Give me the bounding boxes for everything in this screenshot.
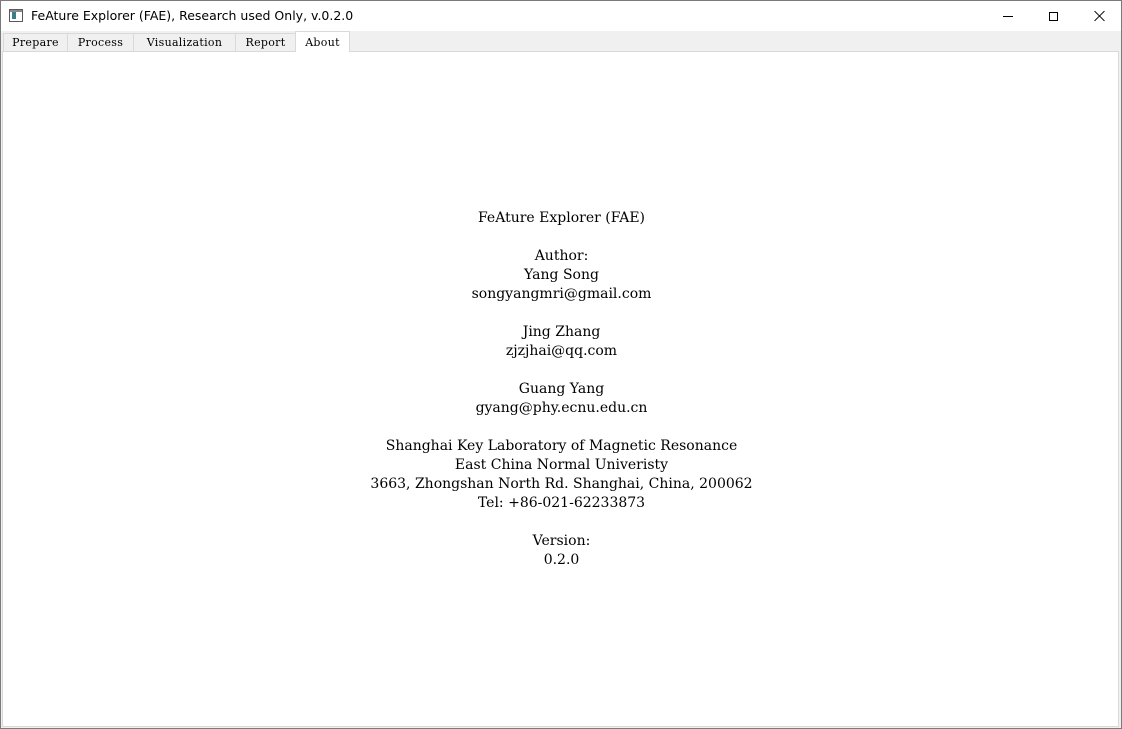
maximize-icon xyxy=(1048,11,1058,21)
university-name: East China Normal Univeristy xyxy=(454,457,669,473)
author-name: Guang Yang xyxy=(518,381,605,397)
app-window-icon xyxy=(9,9,23,22)
tab-bar: Prepare Process Visualization Report Abo… xyxy=(1,31,1121,52)
window-title: FeAture Explorer (FAE), Research used On… xyxy=(31,8,354,23)
telephone: Tel: +86-021-62233873 xyxy=(477,495,646,511)
about-panel: FeAture Explorer (FAE) Author: Yang Song… xyxy=(2,51,1119,727)
author-email: gyang@phy.ecnu.edu.cn xyxy=(475,400,648,416)
lab-name: Shanghai Key Laboratory of Magnetic Reso… xyxy=(385,438,738,454)
address: 3663, Zhongshan North Rd. Shanghai, Chin… xyxy=(370,476,753,492)
tab-visualization[interactable]: Visualization xyxy=(133,33,236,51)
author-email: songyangmri@gmail.com xyxy=(471,286,652,302)
tab-prepare[interactable]: Prepare xyxy=(3,33,68,51)
tab-process[interactable]: Process xyxy=(67,33,134,51)
close-button[interactable] xyxy=(1076,1,1122,31)
close-icon xyxy=(1093,10,1105,22)
title-bar[interactable]: FeAture Explorer (FAE), Research used On… xyxy=(1,1,1121,31)
version-number: 0.2.0 xyxy=(543,552,580,568)
author-email: zjzjhai@qq.com xyxy=(505,343,618,359)
maximize-button[interactable] xyxy=(1030,1,1076,31)
tab-about[interactable]: About xyxy=(295,31,350,52)
author-name: Jing Zhang xyxy=(522,324,601,340)
version-heading: Version: xyxy=(532,533,591,549)
author-name: Yang Song xyxy=(524,267,599,283)
minimize-button[interactable] xyxy=(985,1,1031,31)
app-name: FeAture Explorer (FAE) xyxy=(477,210,646,226)
minimize-icon xyxy=(1003,15,1013,17)
app-window: FeAture Explorer (FAE), Research used On… xyxy=(0,0,1122,729)
about-text: FeAture Explorer (FAE) Author: Yang Song… xyxy=(3,209,1120,570)
author-heading: Author: xyxy=(534,248,589,264)
tab-report[interactable]: Report xyxy=(235,33,296,51)
